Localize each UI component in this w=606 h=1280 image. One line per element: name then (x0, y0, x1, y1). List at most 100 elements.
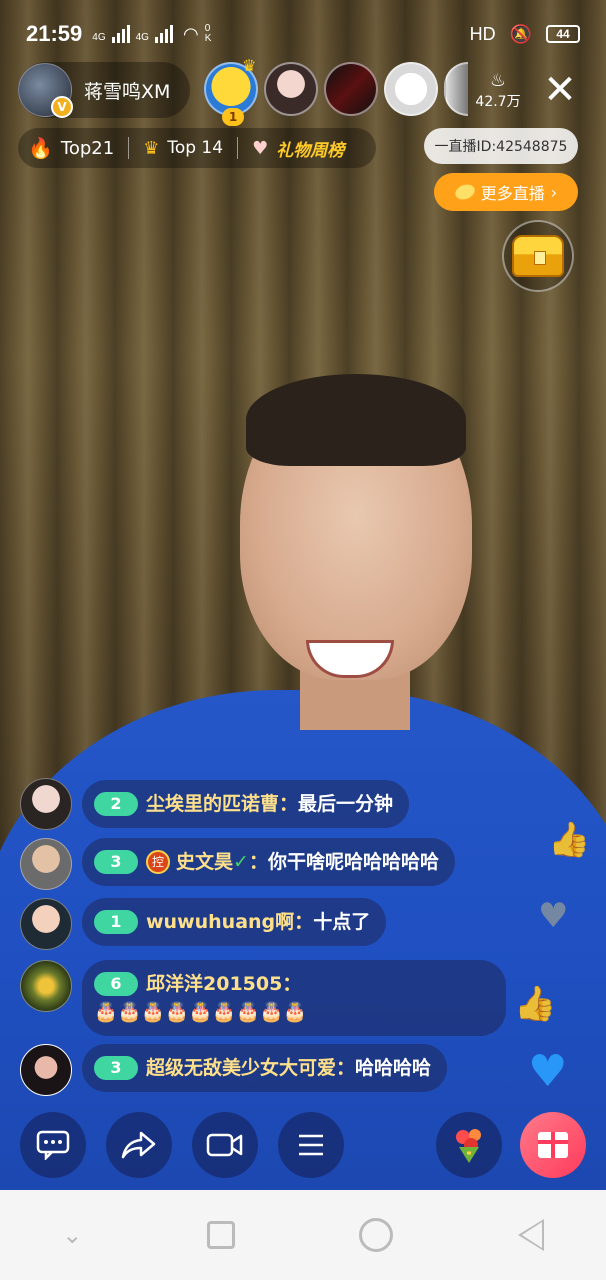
chevron-down-icon[interactable]: ⌄ (62, 1221, 82, 1249)
share-button[interactable] (106, 1112, 172, 1178)
level-badge: 2 (94, 792, 138, 816)
chat-message[interactable]: 1 wuwuhuang啊： 十点了 (20, 898, 387, 950)
gift-icon (538, 1132, 568, 1158)
treasure-chest-icon (512, 235, 564, 277)
chat-message[interactable]: 3 超级无敌美少女大可爱： 哈哈哈哈 (20, 1044, 448, 1096)
chat-username[interactable]: wuwuhuang啊 (146, 908, 294, 936)
chat-avatar[interactable] (20, 1044, 72, 1096)
bouquet-icon (456, 1129, 481, 1163)
chat-bubble: 3 超级无敌美少女大可爱： 哈哈哈哈 (82, 1044, 448, 1092)
net-speed: 0 K (204, 23, 212, 44)
video-camera-icon (206, 1133, 243, 1157)
treasure-chest-button[interactable] (502, 220, 574, 292)
chat-separator: ： (282, 973, 302, 995)
viewer-avatar[interactable] (384, 62, 438, 116)
chat-avatar[interactable] (20, 838, 72, 890)
status-time: 21:59 (26, 21, 83, 46)
comment-icon (36, 1130, 70, 1160)
viewer-avatar[interactable] (264, 62, 318, 116)
comment-button[interactable] (20, 1112, 86, 1178)
divider (237, 137, 239, 159)
recent-apps-button[interactable] (206, 1221, 235, 1249)
more-live-label: 更多直播 (480, 184, 545, 203)
divider (128, 137, 130, 159)
chat-avatar[interactable] (20, 778, 72, 830)
close-button[interactable]: ✕ (538, 68, 582, 112)
chat-username[interactable]: 邱洋洋201505 (146, 970, 282, 998)
viewer-avatar[interactable] (324, 62, 378, 116)
level-badge: 3 (94, 850, 138, 874)
flame-icon: ♨ (489, 70, 507, 91)
chat-separator: ： (248, 851, 268, 873)
chat-bubble: 1 wuwuhuang啊： 十点了 (82, 898, 387, 946)
viewer-avatar[interactable] (444, 62, 468, 116)
battery-icon: 44 (546, 25, 580, 43)
room-id: 一直播ID:42548875 (424, 128, 578, 164)
verified-check-icon: ✓ (233, 851, 249, 873)
gift-week-label: 礼物周榜 (276, 140, 345, 161)
chat-bubble: 3 控 史文昊 ✓： 你干啥呢哈哈哈哈哈 (82, 838, 455, 886)
chat-text: 你干啥呢哈哈哈哈哈 (267, 851, 439, 873)
top-rank-label: Top21 (60, 137, 115, 159)
verified-badge: V (51, 96, 73, 118)
share-icon (121, 1131, 156, 1159)
chat-text: 🎂🎂🎂🎂🎂🎂🎂🎂🎂 (94, 1001, 307, 1023)
level-badge: 1 (94, 910, 138, 934)
admin-badge: 控 (146, 850, 170, 874)
video-button[interactable] (192, 1112, 258, 1178)
top-viewers: ♛ 1 (204, 56, 468, 126)
chat-username[interactable]: 尘埃里的匹诺曹 (146, 790, 279, 818)
cupid-icon: ♥ (252, 137, 269, 159)
chat-text: 最后一分钟 (298, 793, 394, 815)
rank-bar[interactable]: 🔥 Top21 ♛ Top 14 ♥ 礼物周榜 (18, 128, 376, 168)
chat-separator: ： (279, 793, 299, 815)
chat-bubble: 2 尘埃里的匹诺曹： 最后一分钟 (82, 780, 410, 828)
heart-icon: ♥ (538, 896, 569, 936)
system-nav-bar: ⌄ (0, 1190, 606, 1280)
chevron-right-icon: › (550, 182, 558, 202)
chat-text: 十点了 (313, 911, 371, 933)
hd-label: HD (469, 23, 496, 44)
status-bar: 21:59 4G 4G ◠ 0 K HD 🔕 44 (0, 0, 606, 68)
fire-icon: 🔥 (28, 136, 53, 160)
host-info[interactable]: V 蒋雪鸣XM (18, 62, 190, 118)
menu-button[interactable] (278, 1112, 344, 1178)
signal-indicators: 4G 4G (92, 25, 173, 43)
heat-counter[interactable]: ♨ 42.7万 (468, 70, 528, 111)
chat-avatar[interactable] (20, 898, 72, 950)
heat-value: 42.7万 (475, 94, 521, 110)
chat-message[interactable]: 3 控 史文昊 ✓： 你干啥呢哈哈哈哈哈 (20, 838, 455, 890)
wifi-icon: ◠ (182, 23, 199, 44)
crown-rank-label: Top 14 (167, 138, 224, 158)
chat-username[interactable]: 超级无敌美少女大可爱 (146, 1054, 336, 1082)
host-name: 蒋雪鸣XM (84, 80, 171, 103)
crown-icon: ♛ (242, 56, 257, 75)
viewer-rank-badge: 1 (222, 108, 244, 126)
battery-level: 44 (556, 27, 570, 41)
chat-message[interactable]: 2 尘埃里的匹诺曹： 最后一分钟 (20, 778, 410, 830)
sim2-label: 4G (135, 32, 149, 43)
chat-bubble: 6 邱洋洋201505： 🎂🎂🎂🎂🎂🎂🎂🎂🎂 (82, 960, 506, 1036)
chat-message[interactable]: 6 邱洋洋201505： 🎂🎂🎂🎂🎂🎂🎂🎂🎂 (20, 960, 506, 1036)
level-badge: 6 (94, 972, 138, 996)
thumbs-up-icon: 👍 (548, 820, 591, 860)
chat-username[interactable]: 史文昊 (176, 848, 233, 876)
level-badge: 3 (94, 1056, 138, 1080)
host-avatar[interactable]: V (18, 63, 73, 118)
chat-separator: ： (336, 1057, 356, 1079)
bouquet-button[interactable] (436, 1112, 502, 1178)
coin-icon (452, 182, 477, 202)
signal-bars-icon (111, 25, 130, 43)
home-button[interactable] (359, 1218, 394, 1252)
crown-icon: ♛ (143, 137, 160, 159)
mute-icon: 🔕 (509, 23, 532, 44)
more-live-button[interactable]: 更多直播 › (434, 173, 578, 211)
gift-button[interactable] (520, 1112, 586, 1178)
menu-icon (299, 1134, 323, 1156)
chat-avatar[interactable] (20, 960, 72, 1012)
back-button[interactable] (517, 1219, 544, 1251)
heart-balloon-icon: ♥ (528, 1046, 568, 1097)
viewer-avatar[interactable]: ♛ 1 (204, 56, 258, 126)
thumbs-up-icon: 👍 (514, 984, 557, 1024)
sim1-label: 4G (92, 32, 106, 43)
